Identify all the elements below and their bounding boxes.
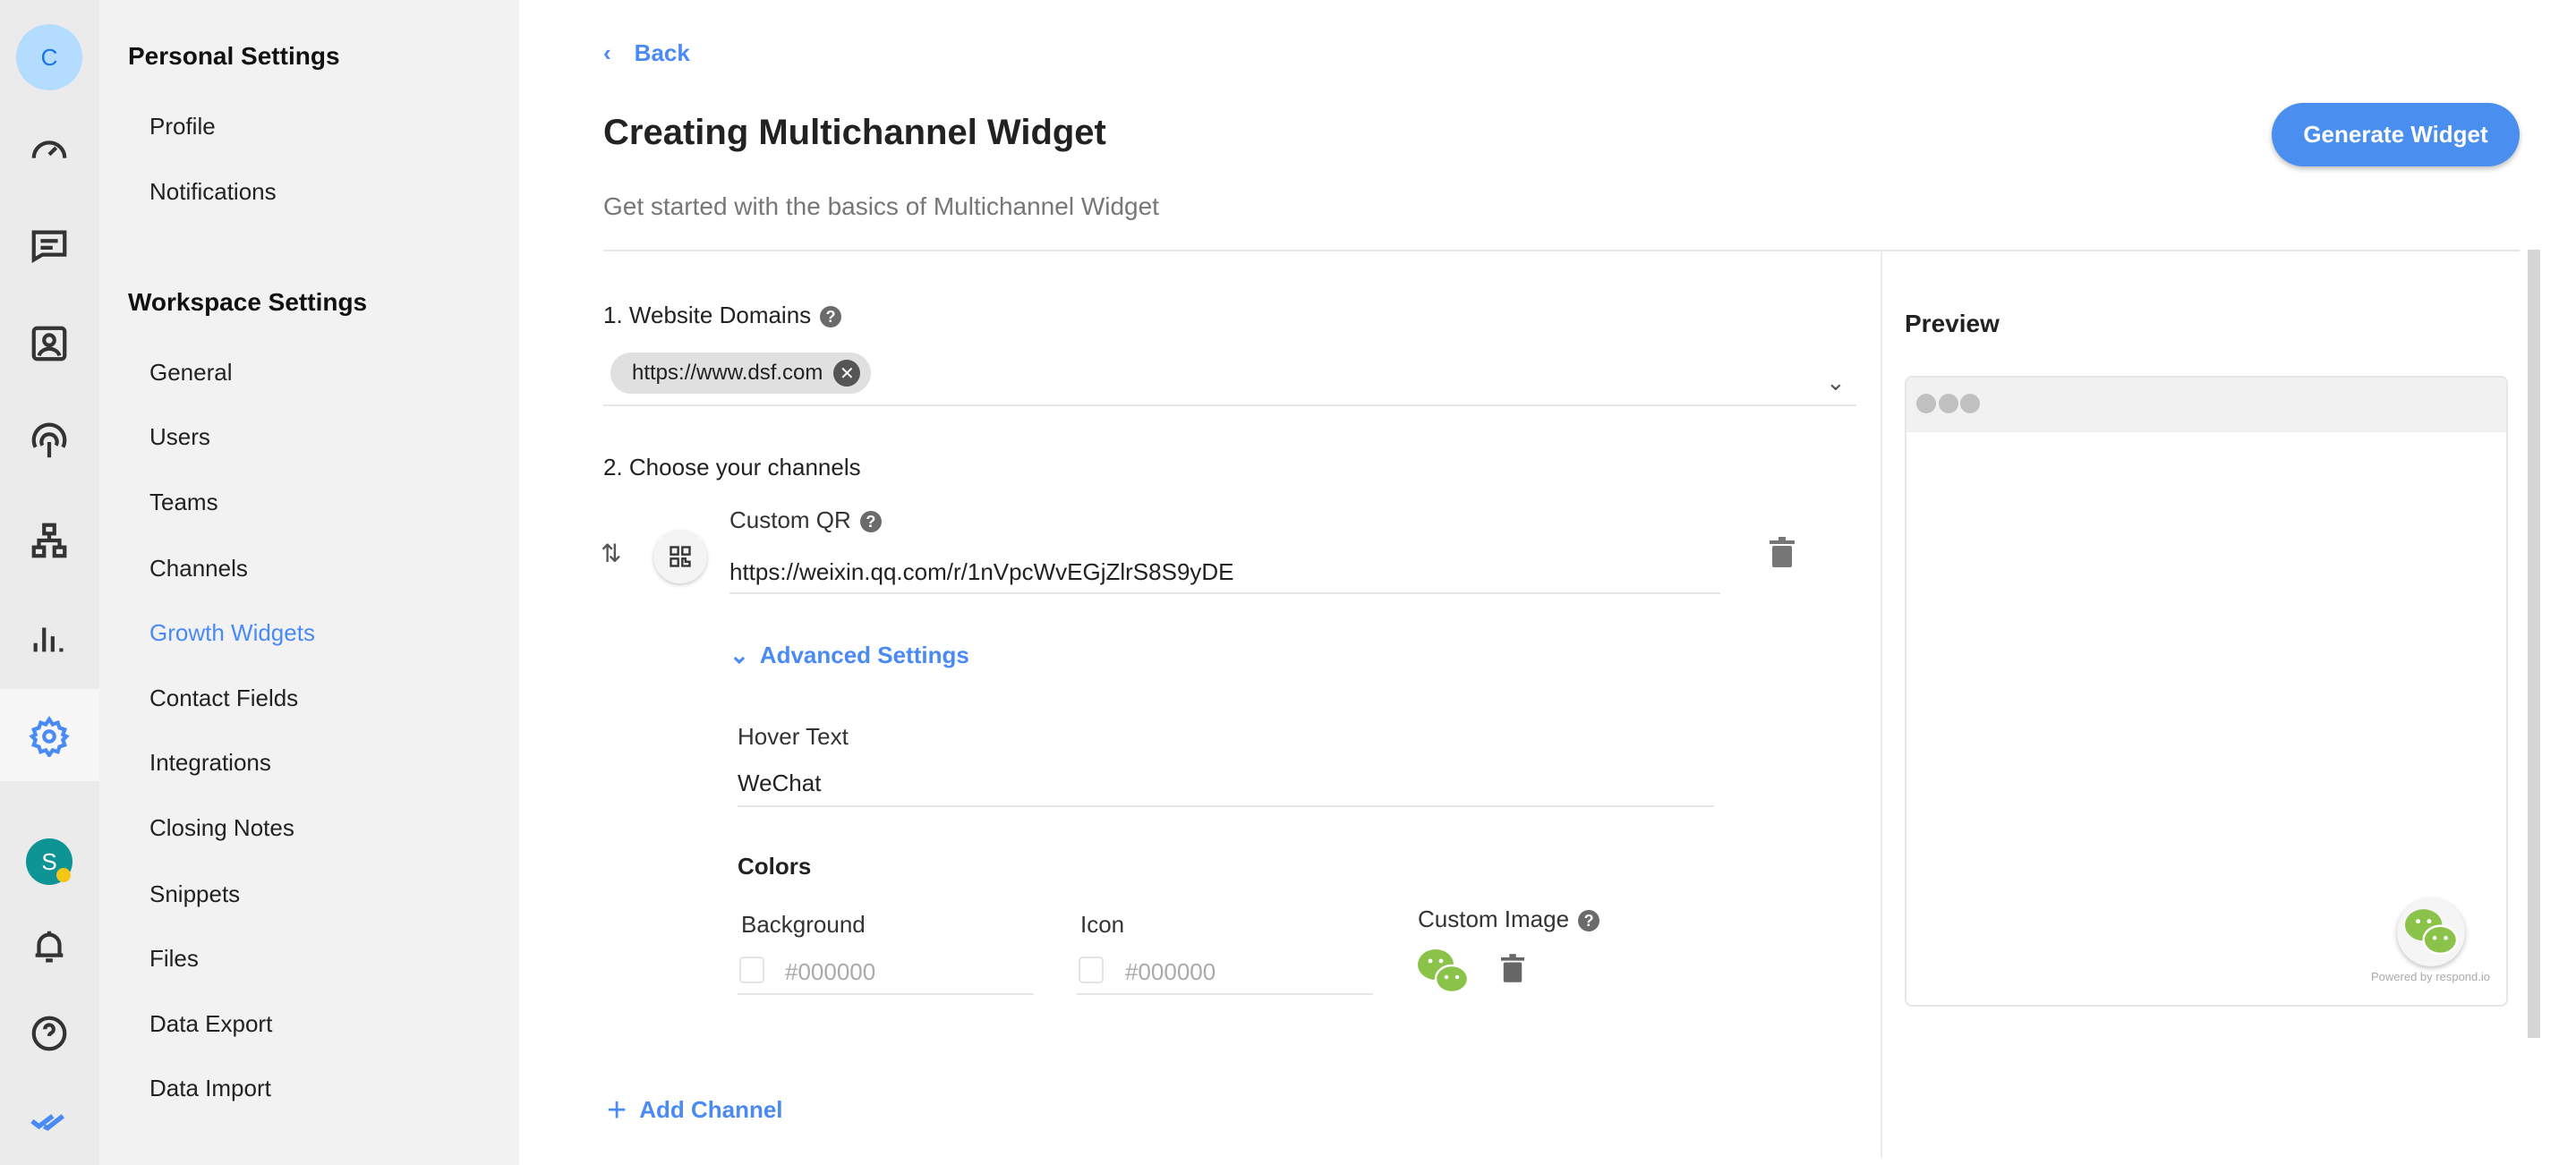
workflows-icon[interactable] <box>22 514 76 567</box>
contacts-icon[interactable] <box>22 317 76 370</box>
background-color-input[interactable]: #000000 <box>785 958 875 986</box>
advanced-settings-label: Advanced Settings <box>759 642 969 668</box>
help-icon[interactable]: ? <box>820 306 842 328</box>
icon-color-underline <box>1077 993 1373 995</box>
page-title: Creating Multichannel Widget <box>603 113 1106 152</box>
window-dot <box>1939 394 1958 413</box>
sidebar-item-users[interactable]: Users <box>149 423 210 451</box>
workspace-settings-heading: Workspace Settings <box>128 288 368 316</box>
advanced-settings-toggle[interactable]: ⌄ Advanced Settings <box>729 642 969 669</box>
sidebar-item-growth-widgets[interactable]: Growth Widgets <box>149 619 315 647</box>
window-dot <box>1960 394 1980 413</box>
drag-handle-icon[interactable]: ⇅ <box>601 539 621 568</box>
sidebar-item-profile[interactable]: Profile <box>149 113 216 140</box>
plus-icon: + <box>607 1092 627 1129</box>
sidebar-item-notifications[interactable]: Notifications <box>149 178 277 206</box>
wechat-icon[interactable] <box>1416 947 1470 1001</box>
sidebar-item-snippets[interactable]: Snippets <box>149 880 240 908</box>
window-dot <box>1916 394 1936 413</box>
messages-icon[interactable] <box>22 219 76 273</box>
generate-widget-button[interactable]: Generate Widget <box>2272 103 2520 166</box>
sidebar-item-general[interactable]: General <box>149 359 233 387</box>
header-divider <box>603 250 2520 251</box>
icon-color-swatch[interactable] <box>1079 957 1104 983</box>
channel-name-label: Custom QR? <box>729 506 882 534</box>
settings-icon[interactable] <box>22 710 76 763</box>
bell-icon[interactable] <box>22 920 76 974</box>
reports-icon[interactable] <box>22 611 76 665</box>
page-subtitle: Get started with the basics of Multichan… <box>603 192 1159 220</box>
powered-by-text: Powered by respond.io <box>2371 970 2490 983</box>
domain-chip-label: https://www.dsf.com <box>632 361 823 385</box>
remove-chip-icon[interactable]: ✕ <box>833 360 861 387</box>
sidebar-item-data-import[interactable]: Data Import <box>149 1075 271 1102</box>
dashboard-icon[interactable] <box>22 123 76 176</box>
back-link[interactable]: ‹ Back <box>603 39 690 67</box>
broadcast-icon[interactable] <box>22 415 76 469</box>
sidebar-item-channels[interactable]: Channels <box>149 555 248 582</box>
sidebar-item-integrations[interactable]: Integrations <box>149 749 271 777</box>
preview-divider <box>1881 250 1882 1158</box>
sidebar-item-files[interactable]: Files <box>149 945 199 973</box>
scrollbar[interactable] <box>2528 250 2540 1038</box>
settings-sidebar <box>99 0 519 1165</box>
delete-channel-icon[interactable] <box>1770 537 1795 572</box>
sidebar-item-contact-fields[interactable]: Contact Fields <box>149 685 298 712</box>
choose-channels-label: 2. Choose your channels <box>603 454 861 480</box>
custom-image-label: Custom Image? <box>1418 906 1600 933</box>
hover-text-label: Hover Text <box>738 723 849 750</box>
background-color-label: Background <box>741 911 866 938</box>
icon-color-input[interactable]: #000000 <box>1125 958 1215 986</box>
wechat-icon <box>2405 909 2459 956</box>
workspace-avatar[interactable]: C <box>16 24 82 90</box>
chevron-left-icon: ‹ <box>603 39 611 66</box>
hover-text-underline <box>738 805 1714 807</box>
channel-url-input[interactable]: https://weixin.qq.com/r/1nVpcWvEGjZlrS8S… <box>729 558 1234 586</box>
help-icon[interactable]: ? <box>859 511 882 533</box>
add-channel-button[interactable]: + Add Channel <box>607 1092 783 1130</box>
help-icon[interactable] <box>22 1007 76 1060</box>
back-label: Back <box>634 39 690 66</box>
sidebar-item-data-export[interactable]: Data Export <box>149 1010 272 1038</box>
personal-settings-heading: Personal Settings <box>128 42 340 70</box>
hover-text-input[interactable]: WeChat <box>738 770 821 797</box>
channel-url-underline <box>729 592 1720 594</box>
preview-browser-bar <box>1906 378 2506 432</box>
preview-frame: Powered by respond.io <box>1905 376 2508 1007</box>
background-color-swatch[interactable] <box>739 957 764 983</box>
read-receipts-logo-icon <box>22 1094 76 1148</box>
qr-code-icon <box>653 530 707 583</box>
sidebar-item-closing-notes[interactable]: Closing Notes <box>149 814 294 842</box>
help-icon[interactable]: ? <box>1578 910 1600 932</box>
chevron-down-icon: ⌄ <box>729 642 749 668</box>
chevron-down-icon[interactable]: ⌄ <box>1826 369 1846 396</box>
add-channel-label: Add Channel <box>639 1096 783 1123</box>
domain-chip: https://www.dsf.com ✕ <box>610 353 872 394</box>
sidebar-item-teams[interactable]: Teams <box>149 489 218 516</box>
status-dot <box>56 868 71 882</box>
colors-heading: Colors <box>738 853 812 880</box>
preview-widget-bubble[interactable] <box>2397 898 2465 966</box>
background-color-underline <box>738 993 1034 995</box>
preview-title: Preview <box>1905 310 2000 337</box>
delete-custom-image-icon[interactable] <box>1501 954 1524 987</box>
icon-color-label: Icon <box>1080 911 1125 938</box>
website-domains-label: 1. Website Domains? <box>603 302 842 329</box>
domains-underline <box>603 404 1856 406</box>
